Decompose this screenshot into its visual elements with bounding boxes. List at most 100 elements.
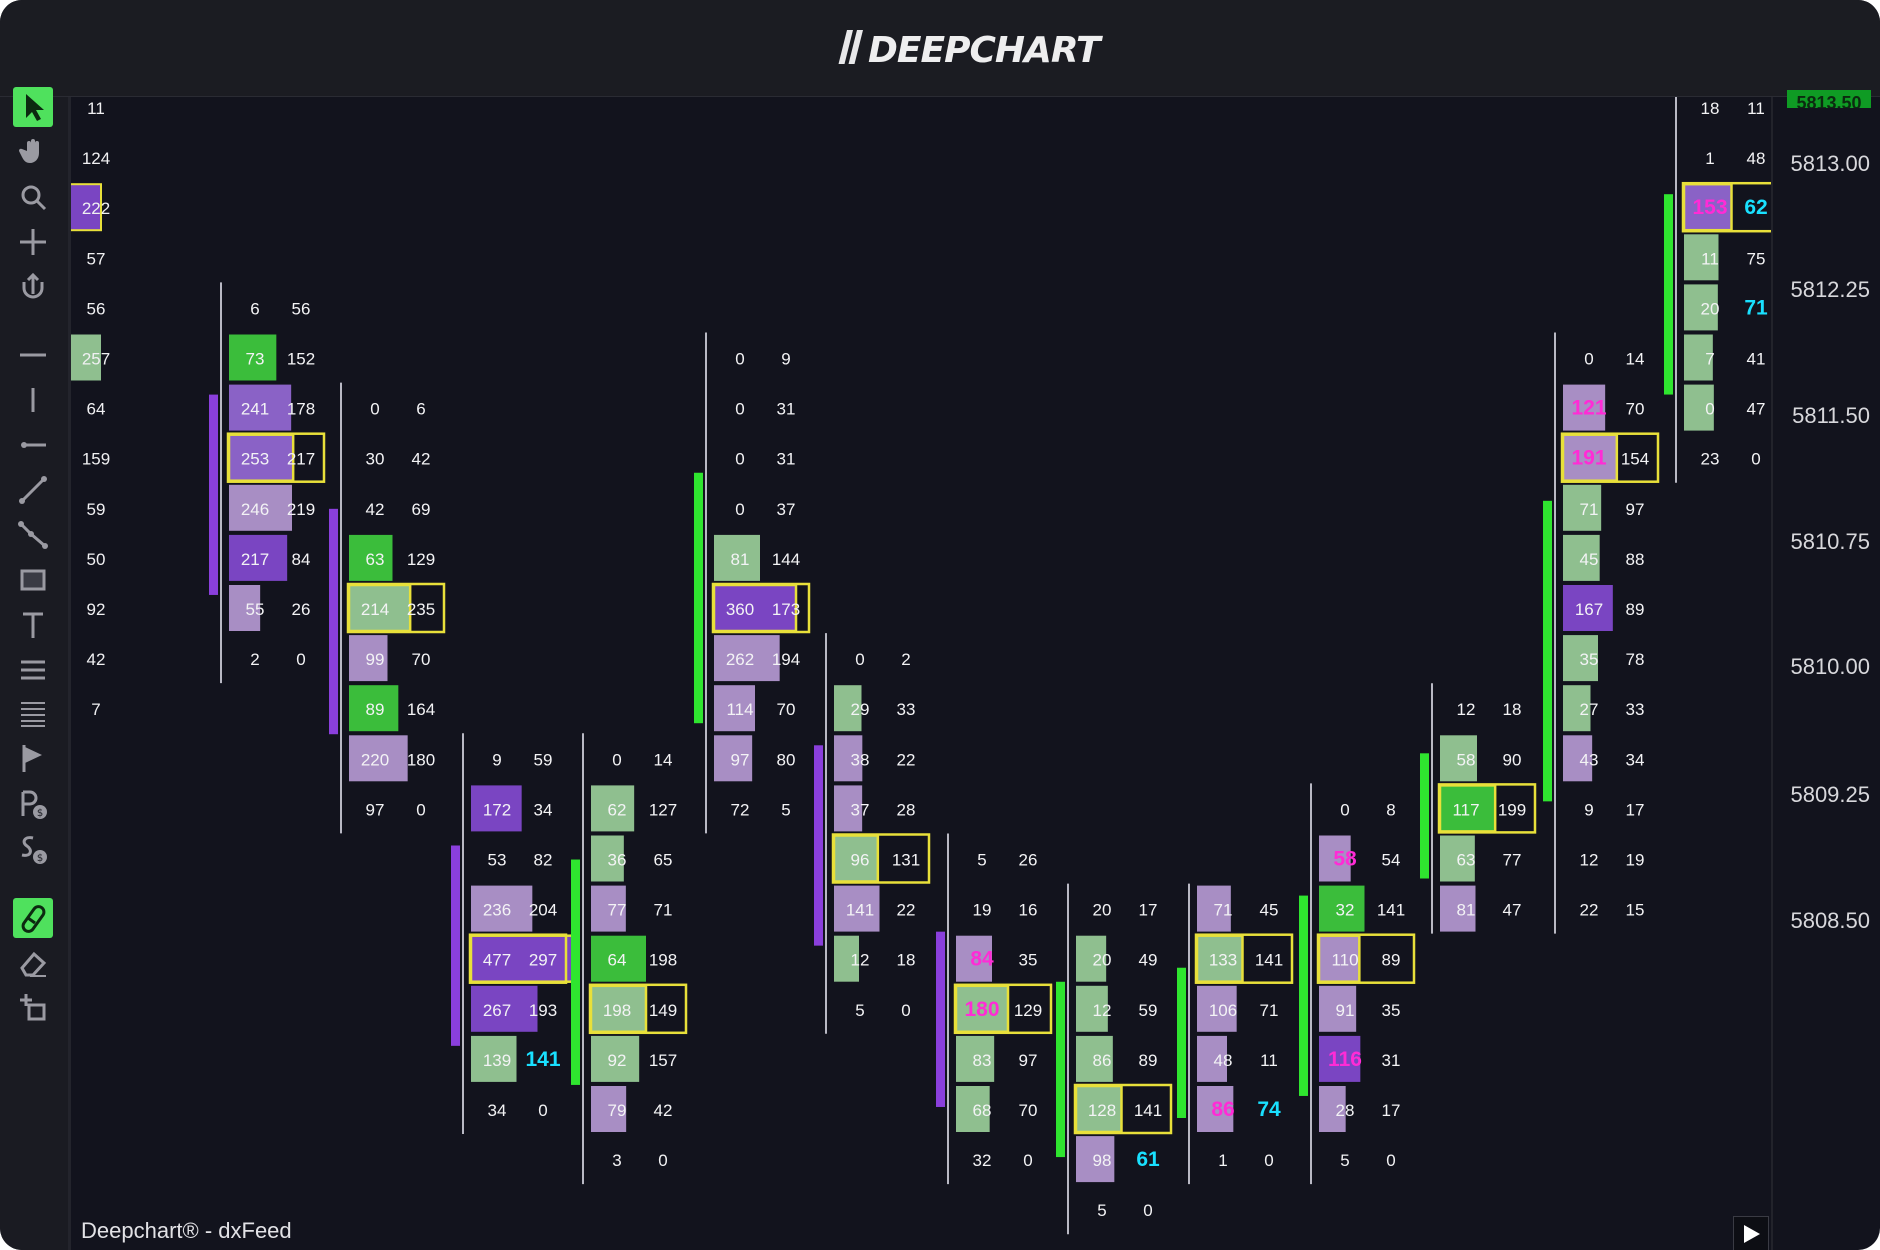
- ask-volume: 41: [1747, 350, 1766, 369]
- ask-volume: 144: [772, 550, 800, 569]
- ask-volume: 69: [412, 500, 431, 519]
- bid-volume: 0: [735, 400, 744, 419]
- price-label: 5809.25: [1790, 782, 1870, 807]
- bid-volume: 241: [241, 400, 269, 419]
- tool-fib-levels-button[interactable]: [13, 693, 53, 733]
- ask-volume: 2: [901, 650, 910, 669]
- candle-body: [694, 472, 703, 724]
- tool-s-dollar-button[interactable]: $: [13, 829, 53, 869]
- fib-levels-icon: [21, 702, 45, 727]
- bid-volume: 35: [1580, 650, 1599, 669]
- ask-volume: 31: [1382, 1051, 1401, 1070]
- ask-volume: 11: [1260, 1051, 1278, 1070]
- bid-volume: 20: [1701, 299, 1720, 318]
- pointer-icon: [26, 94, 44, 121]
- bid-volume: 0: [1705, 400, 1714, 419]
- bid-volume: 99: [366, 650, 385, 669]
- ask-volume: 59: [1139, 1001, 1158, 1020]
- rectangle-icon: [20, 569, 46, 591]
- snap-magnet-icon: [21, 905, 46, 933]
- bid-volume: 73: [246, 350, 265, 369]
- ask-volume: 198: [649, 951, 677, 970]
- ask-volume: 131: [892, 851, 920, 870]
- ask-volume: 34: [534, 800, 553, 819]
- bid-volume: 110: [1331, 951, 1358, 970]
- tool-horizontal-lines-button[interactable]: [13, 650, 53, 690]
- zoom-icon: [21, 185, 47, 211]
- tool-snap-magnet-button[interactable]: [13, 898, 53, 938]
- bid-volume: 217: [241, 550, 269, 569]
- current-price-tag: 5813.50: [1787, 90, 1871, 108]
- footprint-chart-canvas[interactable]: 111242225756257641595950924276 5673 152241…: [71, 97, 1771, 1250]
- tool-add-layer-button[interactable]: [13, 987, 53, 1027]
- ask-volume: 0: [901, 1001, 910, 1020]
- tool-vertical-line-button[interactable]: [13, 380, 53, 420]
- volume-value: 56: [87, 299, 106, 318]
- ask-volume: 90: [1503, 750, 1522, 769]
- ask-volume: 71: [1260, 1001, 1279, 1020]
- ask-volume: 70: [412, 650, 431, 669]
- candle-body: [1420, 753, 1429, 879]
- ask-volume: 97: [1626, 500, 1645, 519]
- ask-volume: 65: [654, 851, 673, 870]
- volume-value: 159: [82, 450, 110, 469]
- tool-crosshair-button[interactable]: [13, 222, 53, 262]
- ask-volume: 0: [538, 1101, 547, 1120]
- bid-volume: 96: [851, 851, 870, 870]
- tool-hand-button[interactable]: [13, 132, 53, 172]
- tool-trendline-button[interactable]: [13, 470, 53, 510]
- ask-volume: 164: [407, 700, 435, 719]
- ask-volume: 141: [1255, 951, 1283, 970]
- candle-body: [814, 745, 823, 946]
- tool-ray-button[interactable]: [13, 425, 53, 465]
- volume-value: 57: [87, 249, 106, 268]
- price-axis[interactable]: 5813.00 5812.25 5811.50 5810.75 5810.00 5809.…: [1771, 97, 1880, 1250]
- ask-volume: 199: [1498, 800, 1526, 819]
- bid-volume: 81: [1457, 901, 1476, 920]
- scroll-to-latest-button[interactable]: [1733, 1216, 1769, 1250]
- tool-text-button[interactable]: [13, 605, 53, 645]
- bid-volume: 253: [241, 450, 269, 469]
- trendline-icon: [19, 476, 47, 504]
- bid-volume: 0: [1584, 350, 1593, 369]
- bid-volume: 32: [1336, 901, 1355, 920]
- bid-volume: 0: [370, 400, 379, 419]
- candle-body: [451, 845, 460, 1046]
- ask-volume: 89: [1626, 600, 1645, 619]
- tool-pointer-button[interactable]: [13, 87, 53, 127]
- bid-volume: 172: [483, 800, 511, 819]
- ask-volume: 194: [772, 650, 800, 669]
- flag-icon: [22, 745, 42, 772]
- bid-volume: 53: [488, 851, 507, 870]
- ask-volume: 49: [1139, 951, 1158, 970]
- ask-volume: 178: [287, 400, 315, 419]
- tool-horizontal-line-button[interactable]: [13, 335, 53, 375]
- volume-value: 42: [87, 650, 106, 669]
- tool-multi-line-button[interactable]: [13, 515, 53, 555]
- bid-volume: 23: [1701, 450, 1720, 469]
- bid-volume: 0: [855, 650, 864, 669]
- bid-volume: 180: [964, 998, 999, 1021]
- bid-volume: 71: [1580, 500, 1599, 519]
- ask-volume: 80: [777, 750, 796, 769]
- ask-volume: 0: [1143, 1201, 1152, 1220]
- bid-volume: 36: [608, 851, 627, 870]
- ask-volume: 141: [1134, 1101, 1162, 1120]
- tool-eraser-button[interactable]: [13, 943, 53, 983]
- tool-rectangle-button[interactable]: [13, 560, 53, 600]
- footprint-chart[interactable]: 11 124 222 57 56 257 64 159 59 50 92 42 7 6 56 73 152 241…: [71, 97, 1771, 1250]
- tool-zoom-button[interactable]: [13, 177, 53, 217]
- tool-flag-button[interactable]: [13, 738, 53, 778]
- ask-volume: 6: [416, 400, 425, 419]
- bid-volume: 262: [726, 650, 754, 669]
- bid-volume: 153: [1692, 196, 1727, 219]
- ask-volume: 152: [287, 350, 315, 369]
- horizontal-line-icon: [20, 353, 46, 357]
- tool-price-dollar-button[interactable]: $: [13, 784, 53, 824]
- title-bar: DEEPCHART: [0, 0, 1880, 97]
- bid-volume: 48: [1214, 1051, 1233, 1070]
- tool-magnet-anchor-button[interactable]: [13, 267, 53, 307]
- bid-volume: 29: [851, 700, 870, 719]
- bid-volume: 9: [1584, 800, 1593, 819]
- bid-volume: 12: [851, 951, 870, 970]
